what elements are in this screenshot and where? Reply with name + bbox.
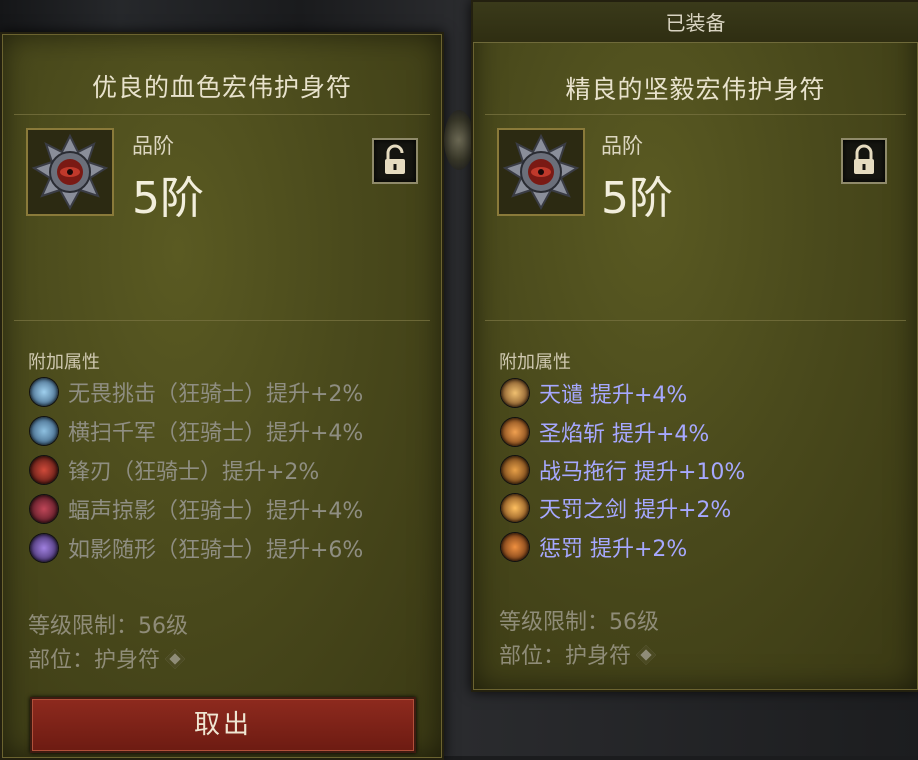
item-slot: 部位：护身符 xyxy=(499,638,656,670)
amulet-icon xyxy=(26,128,114,216)
equipped-header: 已装备 xyxy=(473,2,918,43)
rank-label: 品阶 xyxy=(132,134,174,158)
unlock-icon[interactable] xyxy=(372,138,418,184)
divider xyxy=(485,320,906,321)
affix-text: 横扫千军（狂骑士）提升+4% xyxy=(68,421,364,446)
divider xyxy=(485,114,906,115)
affix-text: 天罚之剑 提升+2% xyxy=(539,498,732,523)
divider xyxy=(14,320,430,321)
affix-row: 蝠声掠影（狂骑士）提升+4% xyxy=(30,493,363,525)
rank-value: 5阶 xyxy=(601,173,673,224)
affix-row: 战马拖行 提升+10% xyxy=(501,454,745,486)
skill-icon xyxy=(501,418,529,446)
rank-value: 5阶 xyxy=(132,173,204,224)
skill-icon xyxy=(501,379,529,407)
affix-text: 惩罚 提升+2% xyxy=(539,537,688,562)
lock-icon[interactable] xyxy=(841,138,887,184)
affix-text: 蝠声掠影（狂骑士）提升+4% xyxy=(68,499,364,524)
skill-icon xyxy=(30,417,58,445)
affix-text: 天谴 提升+4% xyxy=(539,383,688,408)
affix-row: 圣焰斩 提升+4% xyxy=(501,416,709,448)
section-label: 附加属性 xyxy=(28,352,100,373)
item-tooltip-equipped: 已装备 精良的坚毅宏伟护身符 品阶 5阶 附加属性 天谴 提升+4% 圣焰斩 提… xyxy=(471,0,918,692)
affix-text: 无畏挑击（狂骑士）提升+2% xyxy=(68,382,364,407)
skill-icon xyxy=(501,494,529,522)
skill-icon xyxy=(30,456,58,484)
affix-text: 如影随形（狂骑士）提升+6% xyxy=(68,538,364,563)
skill-icon xyxy=(30,495,58,523)
item-slot: 部位：护身符 xyxy=(28,642,185,674)
amulet-icon xyxy=(497,128,585,216)
affix-row: 如影随形（狂骑士）提升+6% xyxy=(30,532,363,564)
skill-icon xyxy=(30,378,58,406)
affix-row: 天罚之剑 提升+2% xyxy=(501,492,731,524)
item-title: 优良的血色宏伟护身符 xyxy=(91,73,352,102)
affix-row: 锋刃（狂骑士）提升+2% xyxy=(30,454,319,486)
affix-text: 锋刃（狂骑士）提升+2% xyxy=(68,460,320,485)
affix-text: 圣焰斩 提升+4% xyxy=(539,422,710,447)
amulet-slot-icon xyxy=(636,645,656,665)
item-tooltip-left: 优良的血色宏伟护身符 品阶 5阶 附加属性 无畏挑击（狂骑士）提升+2% 横扫千… xyxy=(0,32,444,760)
divider xyxy=(14,114,430,115)
level-requirement: 等级限制：56级 xyxy=(499,610,659,635)
affix-row: 无畏挑击（狂骑士）提升+2% xyxy=(30,376,363,408)
affix-row: 天谴 提升+4% xyxy=(501,377,687,409)
affix-text: 战马拖行 提升+10% xyxy=(539,460,746,485)
section-label: 附加属性 xyxy=(499,352,571,373)
amulet-slot-icon xyxy=(165,649,185,669)
affix-row: 惩罚 提升+2% xyxy=(501,531,687,563)
slot-text: 部位：护身符 xyxy=(499,644,632,669)
rank-label: 品阶 xyxy=(601,134,643,158)
skill-icon xyxy=(30,534,58,562)
skill-icon xyxy=(501,456,529,484)
level-requirement: 等级限制：56级 xyxy=(28,614,188,639)
affix-row: 横扫千军（狂骑士）提升+4% xyxy=(30,415,363,447)
skill-icon xyxy=(501,533,529,561)
center-ornament xyxy=(444,110,474,170)
item-title: 精良的坚毅宏伟护身符 xyxy=(565,75,826,104)
withdraw-button[interactable]: 取出 xyxy=(30,697,416,753)
slot-text: 部位：护身符 xyxy=(28,648,161,673)
